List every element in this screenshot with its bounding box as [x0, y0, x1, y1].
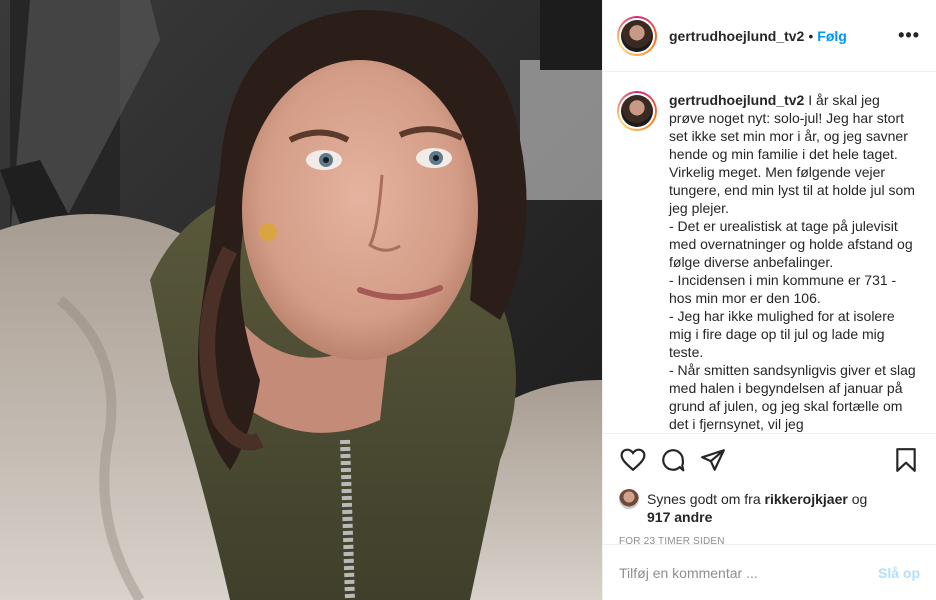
caption-body: I år skal jeg prøve noget nyt: solo-jul!…	[669, 92, 916, 432]
likes-and: og	[847, 491, 868, 507]
paper-plane-icon[interactable]	[699, 446, 727, 474]
comment-input[interactable]	[619, 564, 878, 581]
caption-section: gertrudhoejlund_tv2 I år skal jeg prøve …	[603, 73, 936, 433]
more-options-icon[interactable]: •••	[898, 25, 920, 46]
liker-avatar[interactable]	[619, 489, 639, 509]
follow-button[interactable]: Følg	[817, 28, 847, 44]
caption-username[interactable]: gertrudhoejlund_tv2	[669, 92, 804, 108]
post-sidebar: gertrudhoejlund_tv2 • Følg ••• gertrudho…	[602, 0, 936, 600]
liker-username[interactable]: rikkerojkjaer	[765, 491, 848, 507]
author-username[interactable]: gertrudhoejlund_tv2	[669, 28, 804, 44]
separator-dot: •	[808, 27, 814, 44]
comment-composer: Slå op	[603, 544, 936, 600]
post-photo[interactable]	[0, 0, 602, 600]
post-header: gertrudhoejlund_tv2 • Følg •••	[603, 0, 936, 72]
post-comment-button[interactable]: Slå op	[878, 565, 920, 581]
instagram-post: gertrudhoejlund_tv2 • Følg ••• gertrudho…	[0, 0, 936, 600]
bookmark-icon[interactable]	[892, 446, 920, 474]
likes-text: Synes godt om fra rikkerojkjaer og 917 a…	[647, 490, 867, 526]
selfie-image	[0, 0, 602, 600]
post-actions: Synes godt om fra rikkerojkjaer og 917 a…	[603, 433, 936, 547]
heart-icon[interactable]	[619, 446, 647, 474]
likes-summary: Synes godt om fra rikkerojkjaer og 917 a…	[619, 489, 920, 526]
author-avatar[interactable]	[617, 15, 657, 56]
caption-text: gertrudhoejlund_tv2 I år skal jeg prøve …	[669, 91, 919, 433]
caption-author-avatar[interactable]	[617, 91, 657, 131]
comment-icon[interactable]	[659, 446, 687, 474]
likes-count[interactable]: 917 andre	[647, 509, 712, 525]
action-icons	[619, 444, 920, 476]
likes-prefix: Synes godt om fra	[647, 491, 765, 507]
